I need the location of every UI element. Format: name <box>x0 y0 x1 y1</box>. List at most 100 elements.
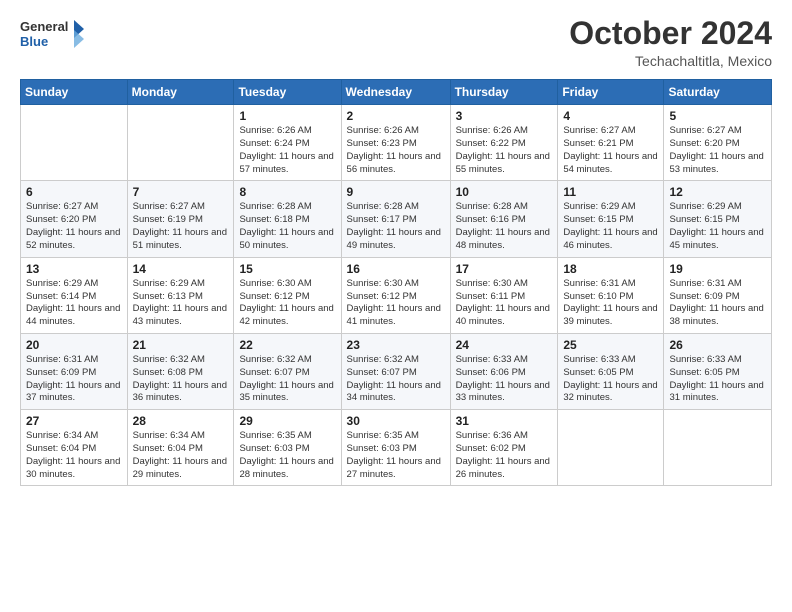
day-info: Sunrise: 6:34 AMSunset: 6:04 PMDaylight:… <box>133 430 229 481</box>
table-row: 27 Sunrise: 6:34 AMSunset: 6:04 PMDayligh… <box>21 410 128 486</box>
table-row: 15Sunrise: 6:30 AMSunset: 6:12 PMDayligh… <box>234 257 341 333</box>
day-info: Sunrise: 6:36 AMSunset: 6:02 PMDaylight:… <box>456 430 553 481</box>
table-row: 21Sunrise: 6:32 AMSunset: 6:08 PMDayligh… <box>127 333 234 409</box>
table-row <box>664 410 772 486</box>
day-info: Sunrise: 6:32 AMSunset: 6:07 PMDaylight:… <box>347 354 445 405</box>
table-row: 9 Sunrise: 6:28 AMSunset: 6:17 PMDaylight… <box>341 181 450 257</box>
day-number: 28 <box>133 414 229 428</box>
day-number: 11 <box>563 185 658 199</box>
table-row: 23 Sunrise: 6:32 AMSunset: 6:07 PMDayligh… <box>341 333 450 409</box>
month-title: October 2024 <box>569 16 772 51</box>
day-info: Sunrise: 6:29 AMSunset: 6:15 PMDaylight:… <box>563 201 658 252</box>
day-info: Sunrise: 6:33 AMSunset: 6:05 PMDaylight:… <box>669 354 766 405</box>
day-number: 23 <box>347 338 445 352</box>
table-row: 25 Sunrise: 6:33 AMSunset: 6:05 PMDayligh… <box>558 333 664 409</box>
day-number: 31 <box>456 414 553 428</box>
day-info: Sunrise: 6:31 AMSunset: 6:10 PMDaylight:… <box>563 278 658 329</box>
table-row: 2 Sunrise: 6:26 AMSunset: 6:23 PMDaylight… <box>341 105 450 181</box>
table-row: 22Sunrise: 6:32 AMSunset: 6:07 PMDayligh… <box>234 333 341 409</box>
day-number: 9 <box>347 185 445 199</box>
table-row: 31 Sunrise: 6:36 AMSunset: 6:02 PMDayligh… <box>450 410 558 486</box>
table-row: 3 Sunrise: 6:26 AMSunset: 6:22 PMDaylight… <box>450 105 558 181</box>
day-number: 16 <box>347 262 445 276</box>
day-info: Sunrise: 6:26 AMSunset: 6:23 PMDaylight:… <box>347 125 445 176</box>
day-number: 8 <box>239 185 335 199</box>
logo: General Blue <box>20 16 90 54</box>
day-info: Sunrise: 6:29 AMSunset: 6:15 PMDaylight:… <box>669 201 766 252</box>
day-info: Sunrise: 6:33 AMSunset: 6:06 PMDaylight:… <box>456 354 553 405</box>
day-info: Sunrise: 6:26 AMSunset: 6:22 PMDaylight:… <box>456 125 553 176</box>
table-row: 26 Sunrise: 6:33 AMSunset: 6:05 PMDayligh… <box>664 333 772 409</box>
table-row: 11 Sunrise: 6:29 AMSunset: 6:15 PMDayligh… <box>558 181 664 257</box>
col-sunday: Sunday <box>21 80 128 105</box>
day-number: 10 <box>456 185 553 199</box>
table-row <box>127 105 234 181</box>
day-number: 20 <box>26 338 122 352</box>
day-info: Sunrise: 6:35 AMSunset: 6:03 PMDaylight:… <box>347 430 445 481</box>
location: Techachaltitla, Mexico <box>569 53 772 69</box>
day-number: 19 <box>669 262 766 276</box>
table-row <box>558 410 664 486</box>
day-info: Sunrise: 6:30 AMSunset: 6:11 PMDaylight:… <box>456 278 553 329</box>
calendar-header-row: Sunday Monday Tuesday Wednesday Thursday… <box>21 80 772 105</box>
day-info: Sunrise: 6:33 AMSunset: 6:05 PMDaylight:… <box>563 354 658 405</box>
page: General Blue October 2024 Techachaltitla… <box>0 0 792 612</box>
day-number: 30 <box>347 414 445 428</box>
day-info: Sunrise: 6:27 AMSunset: 6:19 PMDaylight:… <box>133 201 229 252</box>
day-info: Sunrise: 6:29 AMSunset: 6:13 PMDaylight:… <box>133 278 229 329</box>
calendar-week-row: 13Sunrise: 6:29 AMSunset: 6:14 PMDayligh… <box>21 257 772 333</box>
table-row: 6Sunrise: 6:27 AMSunset: 6:20 PMDaylight… <box>21 181 128 257</box>
table-row: 4 Sunrise: 6:27 AMSunset: 6:21 PMDaylight… <box>558 105 664 181</box>
col-tuesday: Tuesday <box>234 80 341 105</box>
day-info: Sunrise: 6:27 AMSunset: 6:21 PMDaylight:… <box>563 125 658 176</box>
calendar-week-row: 20 Sunrise: 6:31 AMSunset: 6:09 PMDayligh… <box>21 333 772 409</box>
col-friday: Friday <box>558 80 664 105</box>
generalblue-logo: General Blue <box>20 16 90 54</box>
calendar: Sunday Monday Tuesday Wednesday Thursday… <box>20 79 772 486</box>
title-block: October 2024 Techachaltitla, Mexico <box>569 16 772 69</box>
svg-text:General: General <box>20 19 68 34</box>
day-info: Sunrise: 6:34 AMSunset: 6:04 PMDaylight:… <box>26 430 122 481</box>
table-row: 29Sunrise: 6:35 AMSunset: 6:03 PMDayligh… <box>234 410 341 486</box>
day-number: 26 <box>669 338 766 352</box>
day-number: 13 <box>26 262 122 276</box>
header: General Blue October 2024 Techachaltitla… <box>20 16 772 69</box>
table-row: 18Sunrise: 6:31 AMSunset: 6:10 PMDayligh… <box>558 257 664 333</box>
col-saturday: Saturday <box>664 80 772 105</box>
table-row: 17 Sunrise: 6:30 AMSunset: 6:11 PMDayligh… <box>450 257 558 333</box>
table-row: 8 Sunrise: 6:28 AMSunset: 6:18 PMDaylight… <box>234 181 341 257</box>
table-row: 7Sunrise: 6:27 AMSunset: 6:19 PMDaylight… <box>127 181 234 257</box>
table-row: 1Sunrise: 6:26 AMSunset: 6:24 PMDaylight… <box>234 105 341 181</box>
day-info: Sunrise: 6:31 AMSunset: 6:09 PMDaylight:… <box>26 354 122 405</box>
calendar-week-row: 1Sunrise: 6:26 AMSunset: 6:24 PMDaylight… <box>21 105 772 181</box>
day-info: Sunrise: 6:28 AMSunset: 6:16 PMDaylight:… <box>456 201 553 252</box>
day-info: Sunrise: 6:30 AMSunset: 6:12 PMDaylight:… <box>239 278 335 329</box>
table-row: 5 Sunrise: 6:27 AMSunset: 6:20 PMDaylight… <box>664 105 772 181</box>
calendar-week-row: 6Sunrise: 6:27 AMSunset: 6:20 PMDaylight… <box>21 181 772 257</box>
table-row: 14Sunrise: 6:29 AMSunset: 6:13 PMDayligh… <box>127 257 234 333</box>
day-info: Sunrise: 6:27 AMSunset: 6:20 PMDaylight:… <box>669 125 766 176</box>
day-number: 12 <box>669 185 766 199</box>
day-info: Sunrise: 6:32 AMSunset: 6:08 PMDaylight:… <box>133 354 229 405</box>
day-number: 17 <box>456 262 553 276</box>
day-number: 4 <box>563 109 658 123</box>
day-number: 25 <box>563 338 658 352</box>
table-row: 30 Sunrise: 6:35 AMSunset: 6:03 PMDayligh… <box>341 410 450 486</box>
day-number: 5 <box>669 109 766 123</box>
day-info: Sunrise: 6:26 AMSunset: 6:24 PMDaylight:… <box>239 125 335 176</box>
col-thursday: Thursday <box>450 80 558 105</box>
col-wednesday: Wednesday <box>341 80 450 105</box>
table-row: 10 Sunrise: 6:28 AMSunset: 6:16 PMDayligh… <box>450 181 558 257</box>
svg-text:Blue: Blue <box>20 34 48 49</box>
day-info: Sunrise: 6:28 AMSunset: 6:17 PMDaylight:… <box>347 201 445 252</box>
table-row: 19 Sunrise: 6:31 AMSunset: 6:09 PMDayligh… <box>664 257 772 333</box>
day-number: 3 <box>456 109 553 123</box>
day-info: Sunrise: 6:31 AMSunset: 6:09 PMDaylight:… <box>669 278 766 329</box>
day-number: 2 <box>347 109 445 123</box>
table-row <box>21 105 128 181</box>
day-number: 29 <box>239 414 335 428</box>
day-number: 27 <box>26 414 122 428</box>
day-number: 22 <box>239 338 335 352</box>
day-info: Sunrise: 6:28 AMSunset: 6:18 PMDaylight:… <box>239 201 335 252</box>
table-row: 16Sunrise: 6:30 AMSunset: 6:12 PMDayligh… <box>341 257 450 333</box>
